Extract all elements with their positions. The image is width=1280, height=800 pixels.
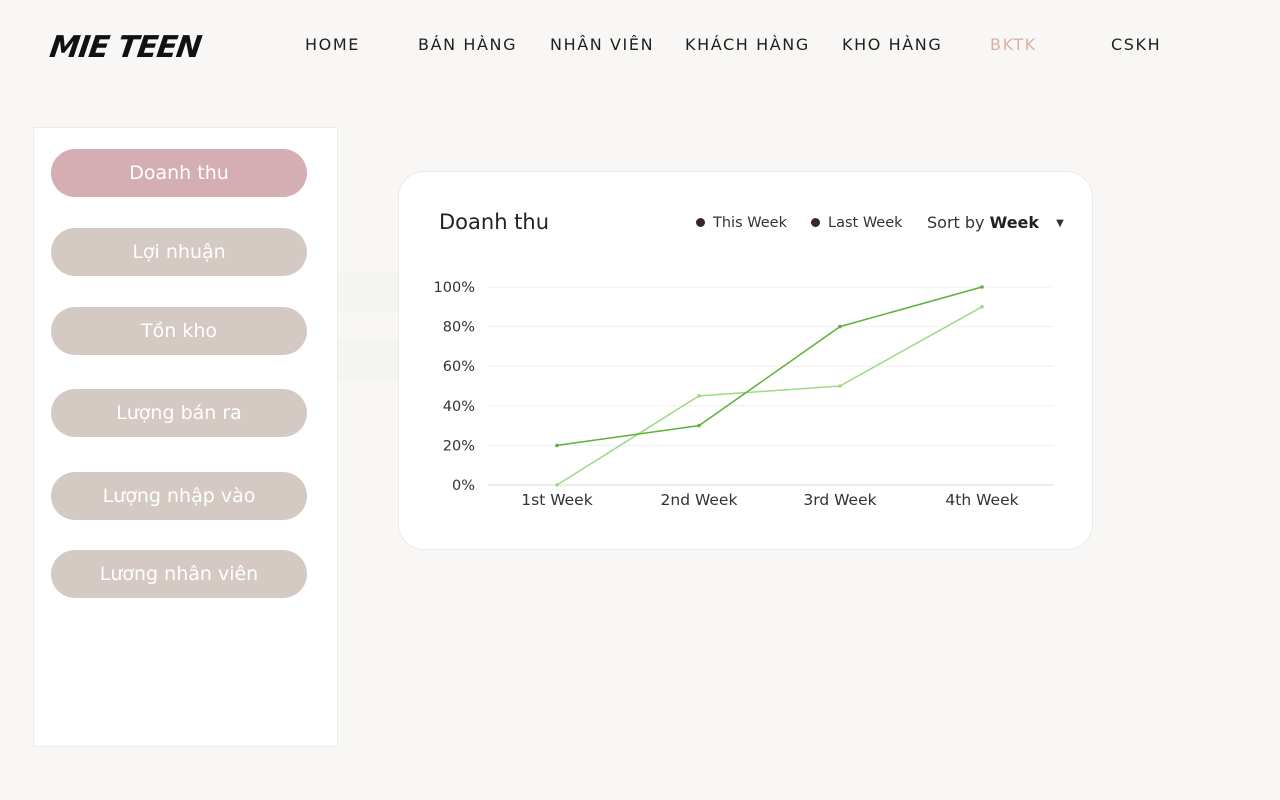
x-tick-label: 2nd Week: [661, 491, 738, 509]
nav-ban-hang[interactable]: BÁN HÀNG: [418, 35, 517, 54]
nav-bktk[interactable]: BKTK: [990, 35, 1037, 54]
line-chart: 0% 20% 40% 60% 80% 100% 1st Week 2nd Week 3rd W…: [434, 280, 1054, 509]
y-tick-label: 0%: [452, 478, 475, 494]
data-point: [980, 305, 984, 309]
sidebar-item-luong-nhap-vao[interactable]: Lượng nhập vào: [51, 472, 307, 520]
chart-y-ticks: 0% 20% 40% 60% 80% 100%: [434, 280, 475, 494]
revenue-chart-card: Doanh thu This Week Last Week Sort by We…: [398, 171, 1093, 550]
y-tick-label: 60%: [443, 359, 475, 375]
data-point: [838, 384, 842, 388]
nav-khach-hang[interactable]: KHÁCH HÀNG: [685, 35, 810, 54]
nav-kho-hang[interactable]: KHO HÀNG: [842, 35, 942, 54]
faint-background-shape: [338, 272, 398, 312]
series-line: [556, 306, 983, 486]
sidebar-item-luong-nhan-vien[interactable]: Lương nhân viên: [51, 550, 307, 598]
data-point: [980, 285, 984, 289]
y-tick-label: 40%: [443, 399, 475, 415]
sidebar-item-luong-ban-ra[interactable]: Lượng bán ra: [51, 389, 307, 437]
sidebar-item-doanh-thu[interactable]: Doanh thu: [51, 149, 307, 197]
sidebar-item-ton-kho[interactable]: Tồn kho: [51, 307, 307, 355]
data-point: [555, 483, 559, 487]
sidebar-item-loi-nhuan[interactable]: Lợi nhuận: [51, 228, 307, 276]
data-point: [697, 423, 701, 428]
sidebar: Doanh thu Lợi nhuận Tồn kho Lượng bán ra…: [33, 127, 338, 747]
x-tick-label: 4th Week: [945, 491, 1018, 509]
data-point: [555, 443, 559, 448]
data-point: [697, 394, 701, 398]
nav-cskh[interactable]: CSKH: [1111, 35, 1161, 54]
chart-x-ticks: 1st Week 2nd Week 3rd Week 4th Week: [521, 491, 1018, 509]
y-tick-label: 100%: [434, 280, 475, 296]
nav-home[interactable]: HOME: [305, 35, 360, 54]
chart-series: [555, 285, 984, 487]
brand-logo[interactable]: MIE TEEN: [48, 30, 203, 65]
x-tick-label: 3rd Week: [803, 491, 876, 509]
chart-grid: [488, 286, 1054, 486]
nav-nhan-vien[interactable]: NHÂN VIÊN: [550, 35, 654, 54]
x-tick-label: 1st Week: [521, 491, 592, 509]
faint-background-shape: [338, 340, 398, 382]
y-tick-label: 20%: [443, 438, 475, 454]
data-point: [838, 324, 842, 329]
y-tick-label: 80%: [443, 320, 475, 336]
